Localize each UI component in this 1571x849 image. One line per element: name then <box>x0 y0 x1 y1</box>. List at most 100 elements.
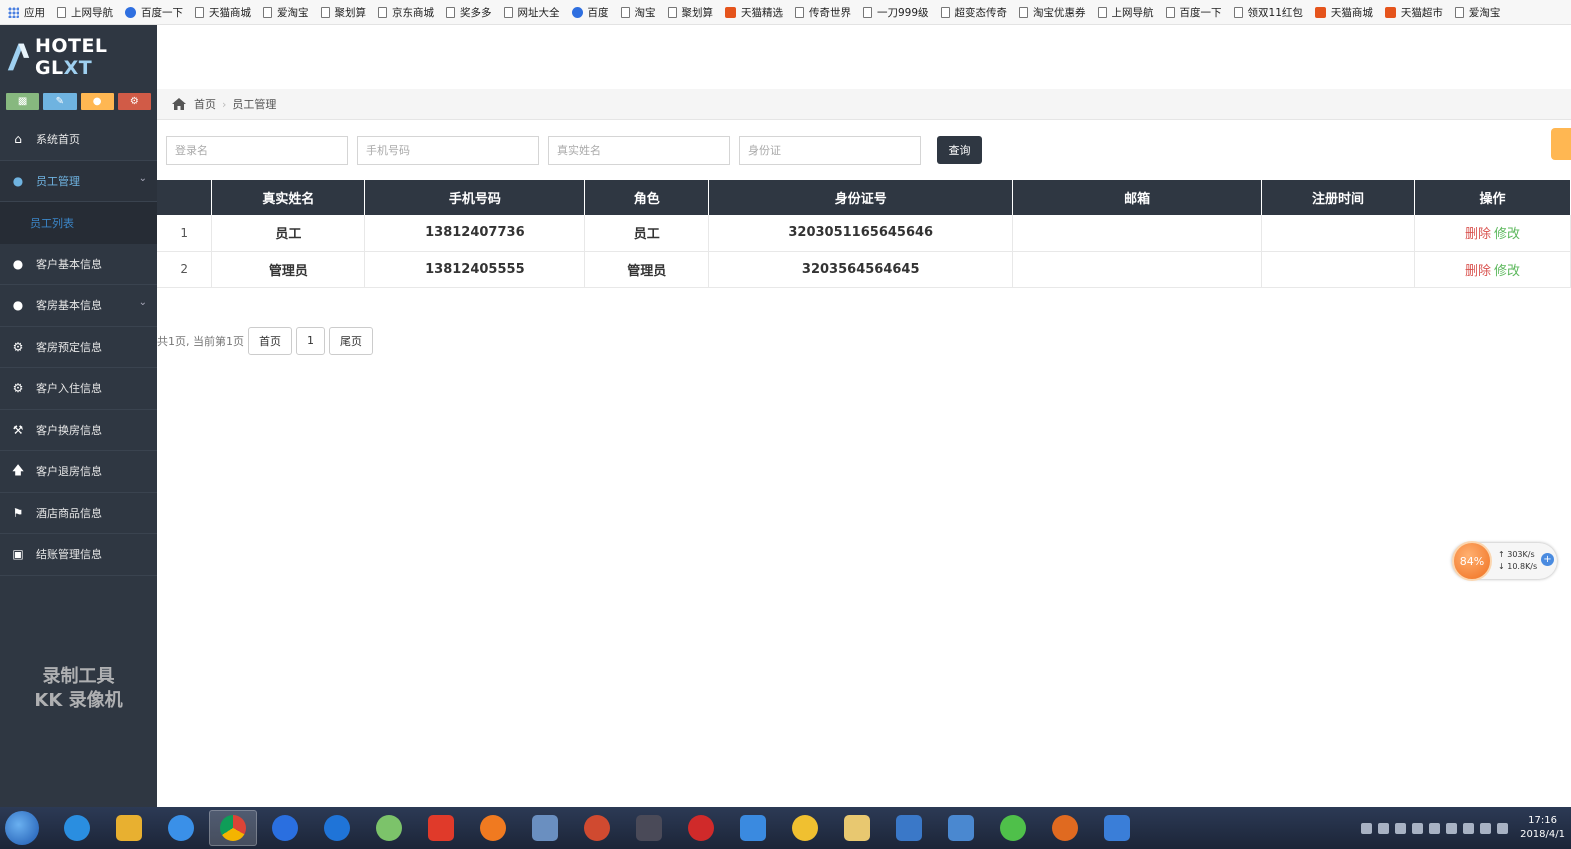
bookmark[interactable]: 百度 <box>571 5 609 20</box>
id-card-input[interactable] <box>739 135 921 165</box>
col-header-phone: 手机号码 <box>364 180 586 215</box>
app-taskbar-icon[interactable] <box>521 810 569 846</box>
delete-link[interactable]: 删除 <box>1465 227 1491 242</box>
sidebar-item-checkin[interactable]: ⚙ 客户入住信息 <box>0 368 157 410</box>
baidu-icon <box>571 6 583 18</box>
shortcut-cogs-button[interactable]: ⚙ <box>117 93 151 110</box>
bookmark[interactable]: 聚划算 <box>320 5 366 20</box>
bookmark-apps[interactable]: 应用 <box>8 5 45 20</box>
bookmark[interactable]: 淘宝 <box>620 5 656 20</box>
login-name-input[interactable] <box>166 135 348 165</box>
wps-taskbar-icon[interactable] <box>417 810 465 846</box>
network-speed-widget[interactable]: 84% ↑ 303K/s ↓ 10.8K/s + <box>1452 541 1557 581</box>
duck-icon <box>792 815 818 841</box>
leaf-taskbar-icon[interactable] <box>365 810 413 846</box>
antivirus-icon[interactable] <box>1412 822 1424 834</box>
query-button[interactable]: 查询 <box>937 136 982 164</box>
page-icon <box>1454 6 1464 18</box>
wechat-taskbar-icon[interactable] <box>989 810 1037 846</box>
tray-app-icon[interactable] <box>1429 822 1441 834</box>
app-taskbar-icon[interactable] <box>781 810 829 846</box>
bookmark[interactable]: 天猫商城 <box>1314 5 1373 20</box>
cell-idcard: 3203051165645646 <box>708 215 1014 252</box>
sidebar-item-room-change[interactable]: ⚒ 客户换房信息 <box>0 410 157 451</box>
shortcut-chart-button[interactable]: ▩ <box>6 93 40 110</box>
start-button[interactable] <box>5 811 39 845</box>
bookmark[interactable]: 爱淘宝 <box>263 5 309 20</box>
app-taskbar-icon[interactable] <box>1041 810 1089 846</box>
app-taskbar-icon[interactable] <box>105 810 153 846</box>
explorer-taskbar-icon[interactable] <box>833 810 881 846</box>
arrow-icon[interactable] <box>1395 822 1407 834</box>
delete-link[interactable]: 删除 <box>1465 264 1491 279</box>
firefox-taskbar-icon[interactable] <box>469 810 517 846</box>
settings-tab[interactable] <box>1551 128 1571 160</box>
sidebar-item-checkout[interactable]: 🡅 客户退房信息 <box>0 451 157 493</box>
sidebar-item-staff[interactable]: ● 员工管理 ⌄ <box>0 160 157 202</box>
bookmark[interactable]: 传奇世界 <box>795 5 851 20</box>
apps-icon <box>8 6 19 18</box>
shortcut-users-button[interactable]: ● <box>80 93 114 110</box>
bookmark[interactable]: 爱淘宝 <box>1454 5 1500 20</box>
bookmark[interactable]: 上网导航 <box>1097 5 1154 20</box>
bookmark[interactable]: 百度一下 <box>125 5 183 20</box>
sidebar-subitem-staff-list[interactable]: 员工列表 <box>0 202 157 244</box>
app-taskbar-icon[interactable] <box>677 810 725 846</box>
sidebar-item-bookings[interactable]: ⚙ 客房预定信息 <box>0 327 157 368</box>
display-icon[interactable] <box>1497 822 1509 834</box>
bookmark[interactable]: 天猫超市 <box>1384 5 1443 20</box>
breadcrumb-home-link[interactable]: 首页 <box>194 96 216 112</box>
app-taskbar-icon[interactable] <box>885 810 933 846</box>
bookmark[interactable]: 天猫商城 <box>195 5 251 20</box>
baidu-netdisk-taskbar-icon[interactable] <box>729 810 777 846</box>
bookmark[interactable]: 淘宝优惠券 <box>1019 5 1086 20</box>
cell-regtime <box>1261 215 1415 252</box>
home-icon <box>172 98 186 110</box>
app-taskbar-icon[interactable] <box>573 810 621 846</box>
bookmark[interactable]: 网址大全 <box>503 5 560 20</box>
app-taskbar-icon[interactable] <box>625 810 673 846</box>
bookmark[interactable]: 上网导航 <box>57 5 113 20</box>
sidebar-item-billing[interactable]: ▣ 结账管理信息 <box>0 534 157 576</box>
browser-taskbar-icon[interactable] <box>157 810 205 846</box>
first-page-button[interactable]: 首页 <box>248 326 292 355</box>
last-page-button[interactable]: 尾页 <box>329 326 373 355</box>
page-number-button[interactable]: 1 <box>296 326 325 355</box>
chrome-taskbar-icon[interactable] <box>209 810 257 846</box>
sidebar-item-rooms[interactable]: ● 客房基本信息 ⌄ <box>0 285 157 327</box>
bookmark[interactable]: 超变态传奇 <box>940 5 1007 20</box>
kugou-taskbar-icon[interactable] <box>313 810 361 846</box>
help-icon[interactable] <box>1378 822 1390 834</box>
sidebar-item-customers[interactable]: ● 客户基本信息 <box>0 244 157 285</box>
bookmark[interactable]: 领双11红包 <box>1233 5 1303 20</box>
edit-link[interactable]: 修改 <box>1494 264 1520 279</box>
ie-taskbar-icon[interactable] <box>53 810 101 846</box>
tray-app-icon[interactable] <box>1446 822 1458 834</box>
plus-icon[interactable]: + <box>1541 553 1554 566</box>
bookmark[interactable]: 百度一下 <box>1165 5 1222 20</box>
leaf-icon <box>376 815 402 841</box>
real-name-input[interactable] <box>548 135 730 165</box>
keyboard-icon[interactable] <box>1361 822 1373 834</box>
bookmark[interactable]: 天猫精选 <box>725 5 783 20</box>
gear-icon: ⚙ <box>12 381 24 396</box>
sogou-taskbar-icon[interactable] <box>261 810 309 846</box>
flag-icon[interactable] <box>1480 822 1492 834</box>
sidebar-item-home[interactable]: ⌂ 系统首页 <box>0 119 157 161</box>
bookmark[interactable]: 奖多多 <box>446 5 492 20</box>
bookmark[interactable]: 聚划算 <box>667 5 713 20</box>
bookmark[interactable]: 一刀999级 <box>863 5 929 20</box>
bookmark[interactable]: 京东商城 <box>378 5 434 20</box>
app-taskbar-icon[interactable] <box>937 810 985 846</box>
volume-icon[interactable] <box>1463 822 1475 834</box>
page-icon <box>1165 6 1175 18</box>
app-taskbar-icon[interactable] <box>1093 810 1141 846</box>
logo[interactable]: HOTEL GLXT <box>0 25 157 89</box>
sidebar-item-goods[interactable]: ⚑ 酒店商品信息 <box>0 493 157 534</box>
kugou-icon <box>324 815 350 841</box>
shortcut-pencil-button[interactable]: ✎ <box>43 93 77 110</box>
clock[interactable]: 17:16 2018/4/1 <box>1520 814 1565 842</box>
phone-input[interactable] <box>357 135 539 165</box>
edit-link[interactable]: 修改 <box>1494 227 1520 242</box>
search-bar: 查询 <box>157 120 1571 180</box>
